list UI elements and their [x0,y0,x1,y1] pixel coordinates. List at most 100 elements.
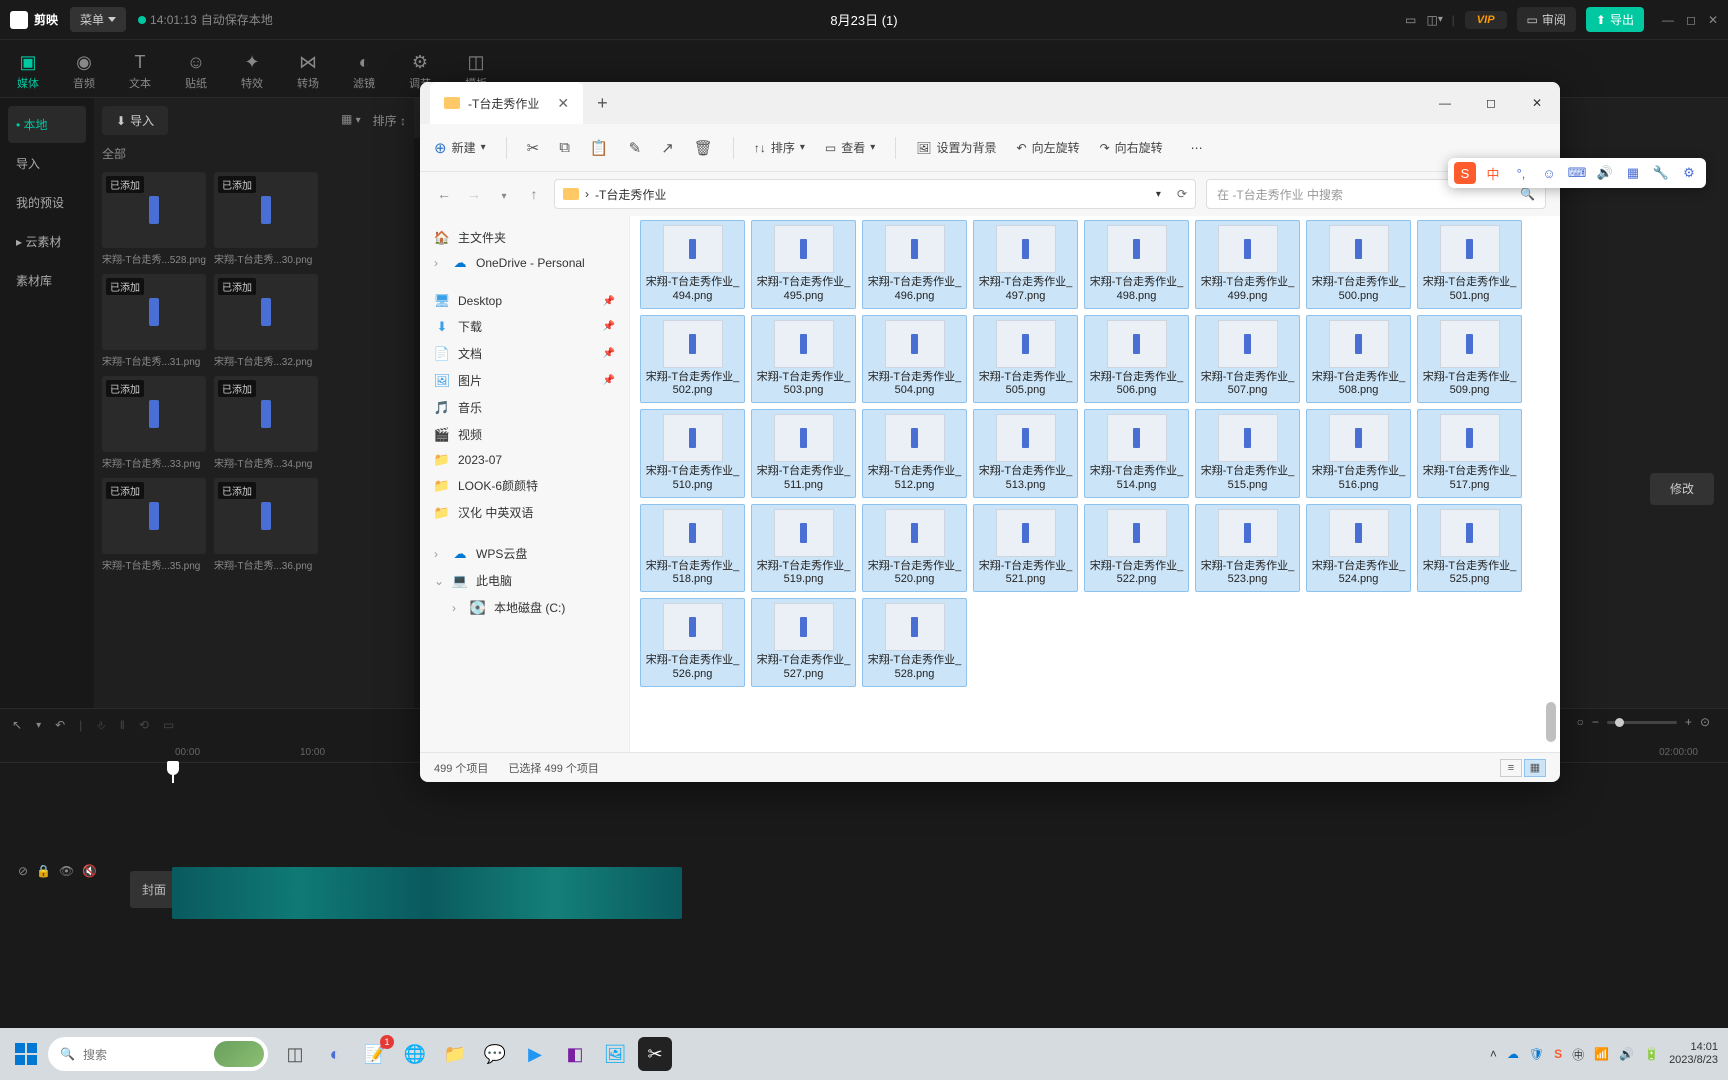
jianying-taskbar-icon[interactable]: ✂ [638,1037,672,1071]
todesk-icon[interactable]: ▶ [518,1037,552,1071]
nav-library[interactable]: 素材库 [8,262,86,299]
playhead[interactable] [172,763,174,783]
file-item[interactable]: 宋翔-T台走秀作业_500.png [1306,220,1411,309]
wordpad-icon[interactable]: 📝1 [358,1037,392,1071]
nav-preset[interactable]: 我的预设 [8,184,86,221]
rotate-right-button[interactable]: ↷ 向右旋转 [1100,139,1163,156]
side-wps[interactable]: ›☁WPS云盘 [426,540,623,567]
list-view-icon[interactable]: ≡ [1500,759,1522,777]
tray-sogou-icon[interactable]: S [1554,1047,1562,1061]
cover-button[interactable]: 封面 [130,871,178,908]
paste-icon[interactable]: 📋 [590,139,609,157]
tl-tool-icon[interactable]: ▭ [163,718,174,732]
sogou-logo-icon[interactable]: S [1454,162,1476,184]
file-item[interactable]: 宋翔-T台走秀作业_522.png [1084,504,1189,593]
side-desktop[interactable]: 🖥Desktop📌 [426,289,623,313]
media-thumbnail[interactable]: 已添加宋翔-T台走秀...33.png [102,376,206,470]
file-item[interactable]: 宋翔-T台走秀作业_505.png [973,315,1078,404]
file-grid[interactable]: 宋翔-T台走秀作业_494.png宋翔-T台走秀作业_495.png宋翔-T台走… [630,216,1560,752]
side-documents[interactable]: 📄文档📌 [426,340,623,367]
scrollbar[interactable] [1544,216,1558,752]
tab-close-icon[interactable]: ✕ [557,95,569,112]
vip-badge[interactable]: VIP [1465,11,1507,29]
refresh-icon[interactable]: ⟳ [1177,187,1187,201]
taskbar-search[interactable]: 🔍 搜索 [48,1037,268,1071]
file-item[interactable]: 宋翔-T台走秀作业_510.png [640,409,745,498]
copy-icon[interactable]: ⧉ [559,139,570,156]
file-item[interactable]: 宋翔-T台走秀作业_513.png [973,409,1078,498]
breadcrumb[interactable]: › -T台走秀作业 ▾ ⟳ [554,179,1196,209]
file-item[interactable]: 宋翔-T台走秀作业_517.png [1417,409,1522,498]
file-item[interactable]: 宋翔-T台走秀作业_502.png [640,315,745,404]
tray-onedrive-icon[interactable]: ☁ [1507,1047,1519,1061]
ime-emoji-icon[interactable]: ☺ [1538,162,1560,184]
taskbar-clock[interactable]: 14:01 2023/8/23 [1669,1041,1718,1067]
track-lock-icon[interactable]: ⊘ [18,864,28,878]
set-background-button[interactable]: 🖼 设置为背景 [916,139,996,156]
side-folder[interactable]: 📁汉化 中英双语 [426,499,623,526]
sort-button[interactable]: ↑↓ 排序 ▾ [754,139,805,156]
ime-voice-icon[interactable]: 🔊 [1594,162,1616,184]
forward-icon[interactable]: → [464,186,484,202]
modify-button[interactable]: 修改 [1650,473,1714,505]
rename-icon[interactable]: ✎ [629,139,642,157]
new-button[interactable]: ⊕新建 ▾ [434,139,486,157]
ime-tool-icon[interactable]: 🔧 [1650,162,1672,184]
more-icon[interactable]: ⋯ [1191,141,1203,155]
file-item[interactable]: 宋翔-T台走秀作业_528.png [862,598,967,687]
export-button[interactable]: ⬆ 导出 [1586,7,1644,32]
ime-keyboard-icon[interactable]: ⌨ [1566,162,1588,184]
up-icon[interactable]: ↑ [524,186,544,202]
explorer-maximize-icon[interactable]: ◻ [1468,82,1514,124]
file-item[interactable]: 宋翔-T台走秀作业_520.png [862,504,967,593]
tl-tool-icon[interactable]: ⟲ [139,718,149,732]
explorer-icon[interactable]: 📁 [438,1037,472,1071]
media-thumbnail[interactable]: 已添加宋翔-T台走秀...32.png [214,274,318,368]
file-item[interactable]: 宋翔-T台走秀作业_516.png [1306,409,1411,498]
undo-icon[interactable]: ↶ [55,718,65,732]
file-item[interactable]: 宋翔-T台走秀作业_501.png [1417,220,1522,309]
nav-import[interactable]: 导入 [8,145,86,182]
cut-icon[interactable]: ✂ [527,139,540,157]
file-item[interactable]: 宋翔-T台走秀作业_497.png [973,220,1078,309]
sort-button[interactable]: 排序 ↕ [373,112,406,129]
taskview-icon[interactable]: ◫ [278,1037,312,1071]
zoom-slider[interactable] [1607,721,1677,724]
layout-icon[interactable]: ▭ [1404,13,1418,27]
explorer-minimize-icon[interactable]: — [1422,82,1468,124]
tab-filter[interactable]: ◐滤镜 [336,46,392,91]
new-tab-icon[interactable]: + [597,93,608,114]
review-button[interactable]: ▭ 审阅 [1517,7,1576,32]
tab-audio[interactable]: ◉音频 [56,46,112,91]
side-videos[interactable]: 🎬视频 [426,421,623,448]
explorer-close-icon[interactable]: ✕ [1514,82,1560,124]
file-item[interactable]: 宋翔-T台走秀作业_512.png [862,409,967,498]
file-item[interactable]: 宋翔-T台走秀作业_498.png [1084,220,1189,309]
start-button[interactable] [10,1038,42,1070]
file-item[interactable]: 宋翔-T台走秀作业_523.png [1195,504,1300,593]
file-item[interactable]: 宋翔-T台走秀作业_519.png [751,504,856,593]
zoom-out-icon[interactable]: ○ [1577,715,1584,729]
tab-effect[interactable]: ✦特效 [224,46,280,91]
edge-icon[interactable]: 🌐 [398,1037,432,1071]
menu-button[interactable]: 菜单 [70,7,126,32]
media-thumbnail[interactable]: 已添加宋翔-T台走秀...36.png [214,478,318,572]
explorer-titlebar[interactable]: -T台走秀作业 ✕ + — ◻ ✕ [420,82,1560,124]
grid-view-icon[interactable]: ▦ ▾ [341,112,361,129]
wechat-icon[interactable]: 💬 [478,1037,512,1071]
media-thumbnail[interactable]: 已添加宋翔-T台走秀...30.png [214,172,318,266]
explorer-tab[interactable]: -T台走秀作业 ✕ [430,82,583,124]
file-item[interactable]: 宋翔-T台走秀作业_508.png [1306,315,1411,404]
side-downloads[interactable]: ⬇下载📌 [426,313,623,340]
file-item[interactable]: 宋翔-T台走秀作业_494.png [640,220,745,309]
file-item[interactable]: 宋翔-T台走秀作业_495.png [751,220,856,309]
zoom-plus-icon[interactable]: + [1685,715,1692,729]
ime-toolbar[interactable]: S 中 °, ☺ ⌨ 🔊 ▦ 🔧 ⚙ [1448,158,1706,188]
side-thispc[interactable]: ⌄💻此电脑 [426,567,623,594]
tab-sticker[interactable]: ☺贴纸 [168,46,224,91]
app-icon[interactable]: ◧ [558,1037,592,1071]
file-item[interactable]: 宋翔-T台走秀作业_514.png [1084,409,1189,498]
pointer-tool-icon[interactable]: ↖ [12,718,22,732]
video-clip[interactable] [172,867,682,919]
ime-settings-icon[interactable]: ⚙ [1678,162,1700,184]
